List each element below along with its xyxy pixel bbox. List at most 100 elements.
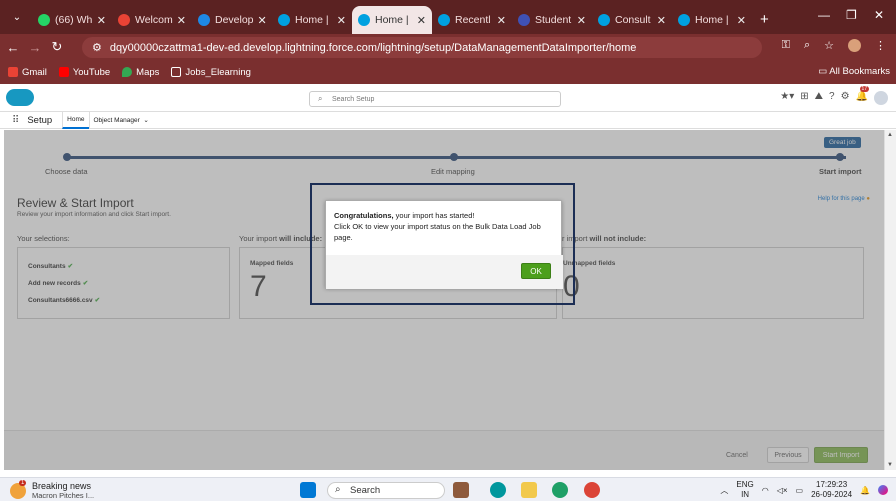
bookmark-maps[interactable]: Maps <box>122 67 159 78</box>
system-tray: ︿ ENG IN ◠ ◁× ▭ 17:29:23 26-09-2024 🔔 <box>720 480 888 500</box>
gmail-icon <box>8 67 18 77</box>
battery-icon[interactable]: ▭ <box>796 486 804 495</box>
file-explorer-icon[interactable] <box>521 482 537 498</box>
tab-label: Develop <box>215 14 254 26</box>
notifications-bell-icon[interactable]: 🔔 17 <box>856 86 870 105</box>
copilot-icon[interactable] <box>878 485 888 495</box>
edge-icon[interactable] <box>552 482 568 498</box>
setup-search-input[interactable]: ⌕ Search Setup <box>309 91 561 107</box>
dialog-message: Congratulations, your import has started… <box>334 210 554 243</box>
bookmark-label: YouTube <box>72 66 111 78</box>
wifi-icon[interactable]: ◠ <box>762 486 769 495</box>
back-icon[interactable]: ← <box>2 40 24 55</box>
global-actions-icon[interactable]: ⊞ <box>800 91 808 105</box>
all-bookmarks[interactable]: ▭ All Bookmarks <box>818 66 890 77</box>
reload-icon[interactable]: ↻ <box>46 39 68 55</box>
favorites-icon[interactable]: ★▾ <box>780 91 794 105</box>
restore-icon[interactable]: ❐ <box>846 8 857 22</box>
help-icon[interactable]: ? <box>829 91 835 105</box>
bird-app-icon[interactable] <box>453 482 469 498</box>
maps-icon <box>122 67 133 77</box>
browser-tab[interactable]: Student ✕ <box>512 6 592 34</box>
tab-favicon-icon <box>438 14 450 26</box>
site-info-icon[interactable]: ⚙ <box>92 41 102 54</box>
setup-gear-icon[interactable]: ⚙ <box>841 91 850 105</box>
tab-close-icon[interactable]: ✕ <box>413 14 426 27</box>
arduino-icon[interactable] <box>490 482 506 498</box>
tab-favicon-icon <box>38 14 50 26</box>
tab-close-icon[interactable]: ✕ <box>173 14 186 27</box>
tab-close-icon[interactable]: ✕ <box>733 14 746 27</box>
tab-close-icon[interactable]: ✕ <box>573 14 586 27</box>
salesforce-header: ⌕ Search Setup ★▾ ⊞ ⛰ ? ⚙ 🔔 17 <box>0 84 896 112</box>
notification-bell-icon[interactable]: 🔔 <box>860 486 870 495</box>
browser-tab[interactable]: Home | ✕ <box>272 6 352 34</box>
dialog-message-bold: Congratulations, <box>334 211 394 220</box>
volume-icon[interactable]: ◁× <box>777 486 788 495</box>
zoom-icon[interactable]: ⌕ <box>804 39 810 52</box>
browser-tab[interactable]: Recentl ✕ <box>432 6 512 34</box>
dialog-message-line1: your import has started! <box>393 211 475 220</box>
browser-menu-icon[interactable]: ⋮ <box>875 39 886 52</box>
tab-label: Home | <box>695 14 729 26</box>
scroll-down-icon[interactable]: ▼ <box>887 462 893 468</box>
browser-tab[interactable]: Welcom ✕ <box>112 6 192 34</box>
chrome-icon[interactable] <box>584 482 600 498</box>
minimize-icon[interactable]: — <box>818 8 830 22</box>
folder-icon: ▭ <box>818 66 830 77</box>
tab-label: Home | <box>375 14 409 26</box>
browser-tab-bar: ⌄ (66) Wh ✕ Welcom ✕ Develop ✕ Home | ✕ Home | ✕ R… <box>0 0 896 34</box>
tab-label: (66) Wh <box>55 14 93 26</box>
tab-close-icon[interactable]: ✕ <box>493 14 506 27</box>
ok-button[interactable]: OK <box>521 263 551 279</box>
trailhead-icon[interactable]: ⛰ <box>815 91 823 105</box>
windows-taskbar: 1 Breaking news Macron Pitches I... ⌕ Se… <box>0 477 896 501</box>
browser-tab[interactable]: Home | ✕ <box>672 6 752 34</box>
language-indicator[interactable]: ENG IN <box>736 480 753 500</box>
forward-icon[interactable]: → <box>24 40 46 55</box>
bookmark-youtube[interactable]: YouTube <box>58 66 111 78</box>
page-scrollbar[interactable]: ▲ ▼ <box>884 130 896 470</box>
tab-label: Recentl <box>455 14 491 26</box>
clock-date: 26-09-2024 <box>811 490 853 499</box>
new-tab-button[interactable]: + <box>760 11 769 28</box>
browser-tab[interactable]: Develop ✕ <box>192 6 272 34</box>
scroll-up-icon[interactable]: ▲ <box>887 132 893 138</box>
setup-nav-bar: ⠿ Setup Home Object Manager ⌄ <box>0 111 896 129</box>
bookmark-star-icon[interactable]: ☆ <box>824 39 834 52</box>
address-bar-icons: ⚿ ⌕ ☆ ⋮ <box>782 39 886 52</box>
bookmark-jobs-elearning[interactable]: Jobs_Elearning <box>171 67 251 78</box>
tab-search-button[interactable]: ⌄ <box>4 4 30 30</box>
news-widget[interactable]: 1 Breaking news Macron Pitches I... <box>10 480 94 500</box>
tab-close-icon[interactable]: ✕ <box>254 14 267 27</box>
tab-object-manager[interactable]: Object Manager ⌄ <box>88 111 153 129</box>
clock[interactable]: 17:29:23 26-09-2024 <box>811 480 852 500</box>
browser-tab[interactable]: Home | ✕ <box>352 6 432 34</box>
tab-label: Student <box>535 14 572 26</box>
clock-time: 17:29:23 <box>816 480 848 489</box>
salesforce-logo[interactable] <box>6 89 34 106</box>
chevron-up-icon[interactable]: ︿ <box>720 485 728 496</box>
browser-tab[interactable]: Consult ✕ <box>592 6 672 34</box>
close-window-icon[interactable]: ✕ <box>874 8 884 22</box>
user-avatar[interactable] <box>874 91 888 105</box>
bookmarks-bar: Gmail YouTube Maps Jobs_Elearning ▭ All … <box>0 60 896 84</box>
tab-label: Home | <box>295 14 329 26</box>
taskbar-search[interactable]: ⌕ Search <box>327 482 445 499</box>
header-icons: ★▾ ⊞ ⛰ ? ⚙ 🔔 17 <box>780 86 888 105</box>
profile-avatar-icon[interactable] <box>848 39 861 52</box>
url-text: dqy00000czattma1-dev-ed.develop.lightnin… <box>109 41 637 54</box>
app-launcher-icon[interactable]: ⠿ <box>12 115 19 126</box>
windows-start-icon[interactable] <box>300 482 316 498</box>
tab-close-icon[interactable]: ✕ <box>653 14 666 27</box>
tab-strip: (66) Wh ✕ Welcom ✕ Develop ✕ Home | ✕ Home | ✕ Rec… <box>32 0 752 34</box>
bookmark-label: Gmail <box>22 66 47 78</box>
tab-close-icon[interactable]: ✕ <box>333 14 346 27</box>
url-field[interactable]: ⚙ dqy00000czattma1-dev-ed.develop.lightn… <box>82 37 762 58</box>
all-bookmarks-label: All Bookmarks <box>829 66 890 77</box>
tab-home[interactable]: Home <box>62 111 89 129</box>
browser-tab[interactable]: (66) Wh ✕ <box>32 6 112 34</box>
password-key-icon[interactable]: ⚿ <box>782 39 790 52</box>
tab-close-icon[interactable]: ✕ <box>93 14 106 27</box>
bookmark-gmail[interactable]: Gmail <box>8 67 47 78</box>
